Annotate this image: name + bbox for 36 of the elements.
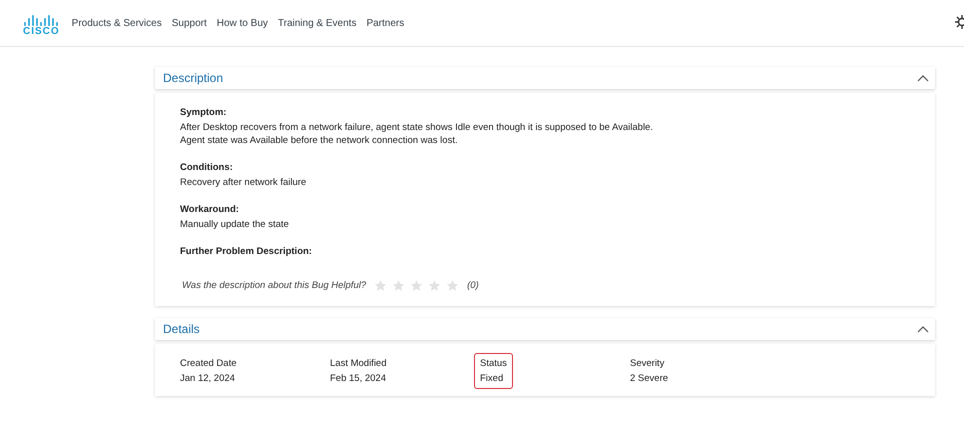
star-icon[interactable] <box>392 279 406 292</box>
field-heading: Workaround: <box>180 204 240 215</box>
star-rating[interactable] <box>374 279 460 292</box>
chevron-up-icon[interactable] <box>917 325 929 333</box>
rating-count: (0) <box>467 280 479 291</box>
section-title: Description <box>163 71 224 85</box>
field-value: Jan 12, 2024 <box>180 373 236 384</box>
field-label: Status <box>480 358 507 369</box>
star-icon[interactable] <box>446 279 460 292</box>
field-value: Feb 15, 2024 <box>330 373 387 384</box>
field-heading: Further Problem Description: <box>180 246 313 257</box>
field-heading: Conditions: <box>180 162 234 173</box>
field-value: 2 Severe <box>630 373 668 384</box>
section-header[interactable]: Details <box>155 318 935 340</box>
nav-link[interactable]: Support <box>172 18 207 28</box>
bars-icon <box>24 14 58 26</box>
section-header[interactable]: Description <box>155 67 935 89</box>
star-icon[interactable] <box>374 279 388 292</box>
star-icon[interactable] <box>410 279 424 292</box>
description-text: Recovery after network failure <box>180 176 308 189</box>
star-icon[interactable] <box>428 279 442 292</box>
nav-link[interactable]: Products & Services <box>72 18 162 28</box>
description-text: After Desktop recovers from a network failure, agent state shows Idle even though it is supposed to be Available. <box>180 121 654 134</box>
field-label: Severity <box>630 358 666 369</box>
chevron-up-icon[interactable] <box>917 74 929 82</box>
description-text: Manually update the state <box>180 218 290 231</box>
nav-link[interactable]: Training & Events <box>278 18 356 28</box>
section-title: Details <box>163 322 200 336</box>
field-heading: Symptom: <box>180 107 228 118</box>
field-value: Fixed <box>480 373 504 384</box>
field-label: Created Date <box>180 358 237 369</box>
rating-question: Was the description about this Bug Helpful? <box>182 280 366 291</box>
description-text: Agent state was Available before the network connection was lost. <box>180 134 459 147</box>
field-label: Last Modified <box>330 358 387 369</box>
nav-link[interactable]: Partners <box>366 18 404 28</box>
nav-link[interactable]: How to Buy <box>216 18 268 28</box>
